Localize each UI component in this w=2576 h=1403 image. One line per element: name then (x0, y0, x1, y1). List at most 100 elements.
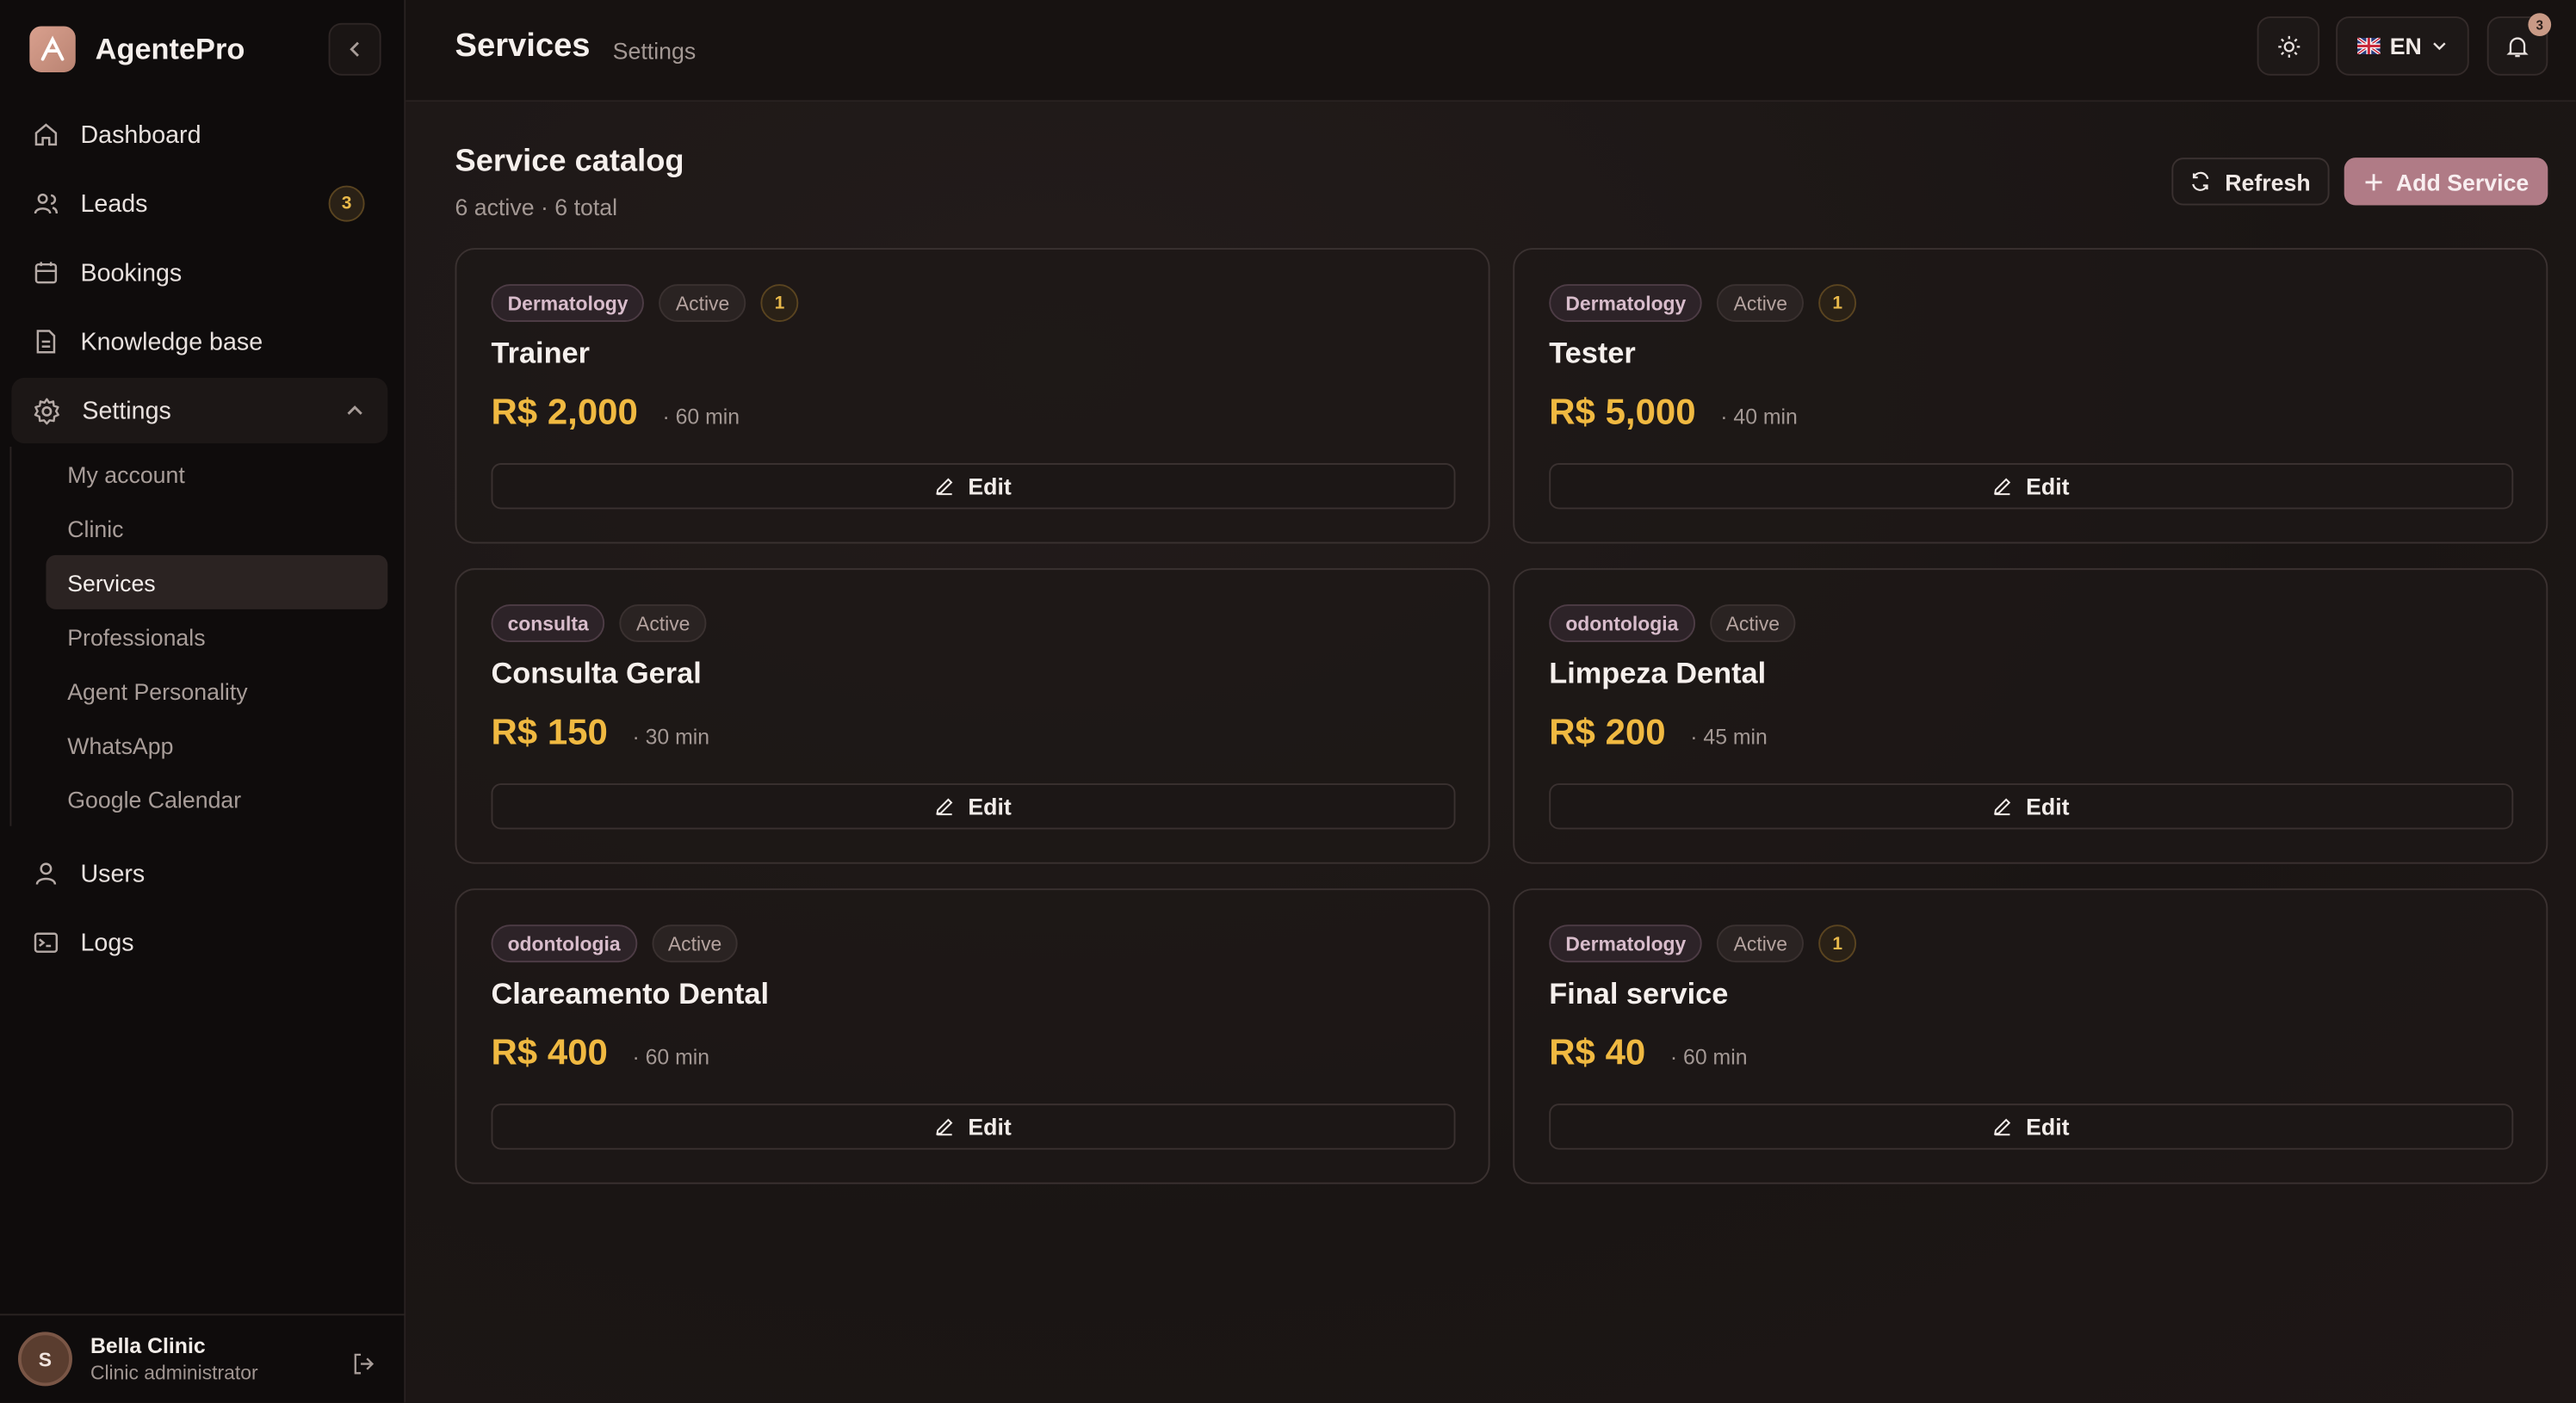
service-duration: · 40 min (1720, 404, 1798, 429)
sidebar-item-dashboard[interactable]: Dashboard (11, 102, 387, 167)
calendar-icon (34, 262, 58, 284)
pencil-icon (936, 1118, 953, 1136)
pencil-icon (1994, 478, 2011, 496)
user-icon (35, 862, 57, 885)
sidebar-item-knowledge-base[interactable]: Knowledge base (11, 309, 387, 374)
subnav-my-account[interactable]: My account (46, 447, 387, 501)
pencil-icon (936, 478, 953, 496)
logout-icon[interactable] (351, 1351, 376, 1376)
language-select[interactable]: EN (2336, 16, 2469, 76)
count-badge: 1 (760, 284, 799, 322)
chevron-up-icon (347, 405, 362, 415)
collapse-sidebar-button[interactable] (328, 22, 381, 76)
service-name: Limpeza Dental (1549, 657, 1767, 690)
sidebar-item-label: Users (80, 859, 146, 888)
brand[interactable]: AgentePro (29, 26, 245, 72)
service-card: Dermatology Active 1 Trainer R$ 2,000 · … (455, 248, 1490, 544)
category-badge: Dermatology (1549, 924, 1703, 963)
avatar[interactable]: S (17, 1332, 72, 1387)
refresh-icon (2192, 171, 2210, 191)
edit-label: Edit (968, 1113, 1012, 1140)
bell-icon (2506, 36, 2529, 57)
user-profile: S Bella Clinic Clinic administrator (0, 1313, 406, 1402)
subnav-clinic[interactable]: Clinic (46, 501, 387, 555)
breadcrumb[interactable]: Settings (613, 38, 697, 65)
leads-count-badge: 3 (328, 185, 365, 222)
edit-button[interactable]: Edit (1549, 783, 2514, 830)
sidebar: AgentePro Dashboard Leads 3 Bookings Kno… (0, 0, 406, 1403)
refresh-label: Refresh (2225, 168, 2311, 195)
service-price: R$ 40 (1549, 1031, 1646, 1072)
edit-label: Edit (968, 793, 1012, 820)
service-duration: · 30 min (632, 724, 710, 750)
theme-toggle-button[interactable] (2257, 16, 2320, 76)
catalog-summary: 6 active · 6 total (455, 194, 618, 220)
edit-label: Edit (968, 473, 1012, 500)
service-name: Trainer (491, 337, 591, 370)
count-badge: 1 (1818, 284, 1857, 322)
sidebar-nav: Dashboard Leads 3 Bookings Knowledge bas… (11, 102, 388, 447)
catalog-title: Service catalog (455, 144, 684, 179)
edit-label: Edit (2026, 1113, 2070, 1140)
subnav-services[interactable]: Services (46, 554, 388, 609)
service-name: Consulta Geral (491, 657, 702, 690)
subnav-professionals[interactable]: Professionals (46, 609, 387, 664)
home-icon (34, 123, 58, 146)
add-service-button[interactable]: Add Service (2344, 158, 2548, 206)
document-icon (36, 330, 56, 354)
settings-subnav: My account Clinic Services Professionals… (9, 446, 388, 826)
chevron-left-icon (350, 41, 359, 57)
sidebar-item-settings[interactable]: Settings (11, 377, 388, 444)
language-label: EN (2389, 33, 2422, 59)
subnav-google-calendar[interactable]: Google Calendar (46, 772, 387, 826)
main-content: Service catalog 6 active · 6 total Refre… (406, 102, 2576, 1403)
edit-button[interactable]: Edit (491, 783, 1456, 830)
service-card: consulta Active Consulta Geral R$ 150 · … (455, 568, 1490, 864)
notifications-button[interactable]: 3 (2486, 13, 2552, 76)
edit-button[interactable]: Edit (1549, 463, 2514, 510)
service-card: odontologia Active Limpeza Dental R$ 200… (1513, 568, 2548, 864)
pencil-icon (936, 798, 953, 816)
status-badge: Active (1717, 924, 1805, 963)
pencil-icon (1994, 1118, 2011, 1136)
service-name: Clareamento Dental (491, 977, 770, 1011)
notification-count-badge: 3 (2528, 13, 2552, 36)
subnav-whatsapp[interactable]: WhatsApp (46, 718, 387, 772)
category-badge: odontologia (1549, 604, 1695, 643)
sidebar-item-users[interactable]: Users (11, 841, 387, 906)
service-duration: · 60 min (632, 1044, 710, 1070)
service-price: R$ 400 (491, 1031, 608, 1072)
top-header: Services Settings EN 3 (406, 0, 2576, 102)
service-price: R$ 5,000 (1549, 391, 1696, 432)
service-name: Tester (1549, 337, 1636, 370)
add-service-label: Add Service (2395, 168, 2530, 195)
sidebar-nav-secondary: Users Logs (11, 841, 387, 979)
user-role: Clinic administrator (90, 1361, 258, 1385)
pencil-icon (1994, 798, 2011, 816)
chevron-down-icon (2433, 42, 2447, 51)
service-card: odontologia Active Clareamento Dental R$… (455, 888, 1490, 1184)
edit-button[interactable]: Edit (491, 1103, 1456, 1150)
brand-name: AgentePro (95, 32, 245, 65)
service-price: R$ 200 (1549, 711, 1666, 752)
status-badge: Active (619, 604, 707, 643)
service-name: Final service (1549, 977, 1729, 1011)
refresh-button[interactable]: Refresh (2171, 158, 2330, 206)
sidebar-item-bookings[interactable]: Bookings (11, 240, 387, 306)
service-duration: · 45 min (1690, 724, 1768, 750)
plus-icon (2364, 173, 2381, 190)
category-badge: odontologia (491, 924, 637, 963)
service-card: Dermatology Active 1 Final service R$ 40… (1513, 888, 2548, 1184)
subnav-agent-personality[interactable]: Agent Personality (46, 664, 387, 718)
sidebar-item-leads[interactable]: Leads 3 (11, 170, 387, 236)
gear-icon (34, 397, 59, 424)
page-title: Services (455, 28, 591, 65)
edit-button[interactable]: Edit (491, 463, 1456, 510)
sidebar-item-logs[interactable]: Logs (11, 910, 387, 975)
sidebar-item-label: Leads (80, 189, 148, 218)
edit-button[interactable]: Edit (1549, 1103, 2514, 1150)
status-badge: Active (1717, 284, 1805, 322)
edit-label: Edit (2026, 473, 2070, 500)
logo-icon (29, 26, 76, 72)
user-name: Bella Clinic (90, 1333, 206, 1358)
